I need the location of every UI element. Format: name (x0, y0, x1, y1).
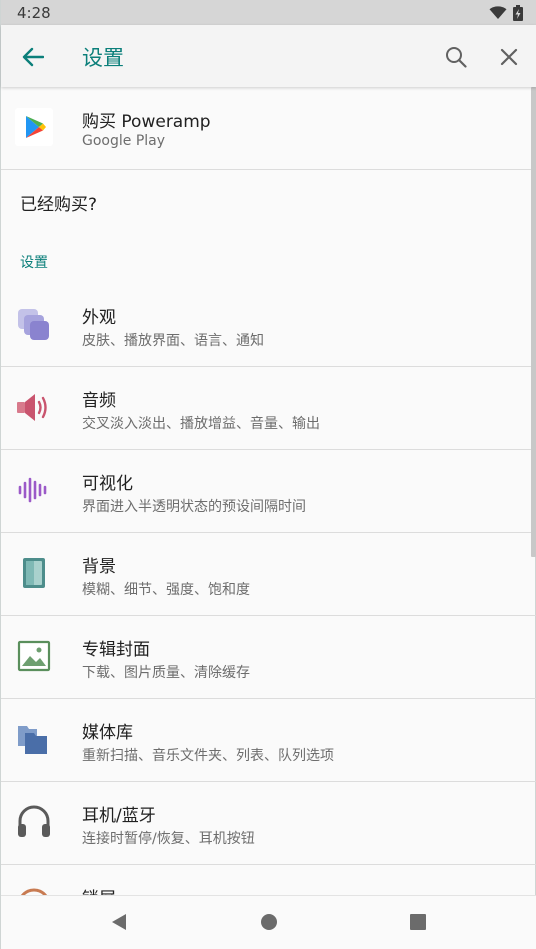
search-button[interactable] (438, 39, 474, 75)
nav-recents-icon[interactable] (408, 912, 428, 932)
settings-item-title: 外观 (82, 308, 116, 328)
lock-screen-icon (15, 886, 53, 895)
section-label: 设置 (20, 255, 48, 271)
system-nav-bar (1, 895, 536, 949)
search-icon (446, 47, 467, 68)
settings-item-subtitle: 交叉淡入淡出、播放增益、音量、输出 (82, 416, 320, 432)
wifi-icon (489, 5, 507, 19)
settings-item-library[interactable]: 媒体库 重新扫描、音乐文件夹、列表、队列选项 (1, 699, 536, 782)
nav-home-icon[interactable] (258, 911, 280, 933)
status-bar: 4:28 (1, 0, 536, 25)
already-bought-item[interactable]: 已经购买? (1, 170, 536, 238)
settings-screen: 4:28 设置 购买 Poweramp Google Play 已经购买? 设置… (0, 0, 536, 949)
settings-item-lock-screen[interactable]: 锁屏 (1, 865, 536, 895)
scrollbar[interactable] (531, 87, 536, 557)
back-button[interactable] (15, 39, 51, 75)
nav-back-icon[interactable] (107, 910, 131, 934)
speaker-icon (15, 388, 53, 426)
settings-item-title: 锁屏 (82, 884, 116, 895)
status-time: 4:28 (17, 3, 51, 22)
close-icon (500, 48, 518, 66)
settings-item-subtitle: 下载、图片质量、清除缓存 (82, 665, 250, 681)
settings-item-background[interactable]: 背景 模糊、细节、强度、饱和度 (1, 533, 536, 616)
settings-item-album-art[interactable]: 专辑封面 下载、图片质量、清除缓存 (1, 616, 536, 699)
library-icon (15, 720, 53, 758)
background-icon (15, 554, 53, 592)
battery-charging-icon (513, 4, 523, 21)
settings-item-subtitle: 界面进入半透明状态的预设间隔时间 (82, 499, 306, 515)
purchase-title: 购买 Poweramp (82, 112, 211, 132)
settings-item-title: 耳机/蓝牙 (82, 806, 156, 826)
settings-item-title: 背景 (82, 557, 116, 577)
already-bought-label: 已经购买? (20, 195, 98, 215)
settings-item-subtitle: 连接时暂停/恢复、耳机按钮 (82, 831, 255, 847)
purchase-subtitle: Google Play (82, 133, 166, 149)
settings-list[interactable]: 购买 Poweramp Google Play 已经购买? 设置 外观 皮肤、播… (1, 87, 536, 895)
settings-item-title: 可视化 (82, 474, 133, 494)
settings-item-subtitle: 模糊、细节、强度、饱和度 (82, 582, 250, 598)
settings-item-title: 媒体库 (82, 723, 133, 743)
settings-item-visualization[interactable]: 可视化 界面进入半透明状态的预设间隔时间 (1, 450, 536, 533)
settings-item-appearance[interactable]: 外观 皮肤、播放界面、语言、通知 (1, 284, 536, 367)
album-art-icon (15, 637, 53, 675)
settings-item-subtitle: 重新扫描、音乐文件夹、列表、队列选项 (82, 748, 334, 764)
settings-item-title: 音频 (82, 391, 116, 411)
google-play-icon (15, 108, 53, 146)
settings-item-subtitle: 皮肤、播放界面、语言、通知 (82, 333, 264, 349)
section-header-settings: 设置 (1, 238, 536, 284)
settings-item-headset-bluetooth[interactable]: 耳机/蓝牙 连接时暂停/恢复、耳机按钮 (1, 782, 536, 865)
close-button[interactable] (491, 39, 527, 75)
appearance-icon (15, 305, 53, 343)
status-icons (489, 4, 523, 21)
settings-item-audio[interactable]: 音频 交叉淡入淡出、播放增益、音量、输出 (1, 367, 536, 450)
page-title: 设置 (82, 46, 124, 70)
settings-item-title: 专辑封面 (82, 640, 150, 660)
app-bar: 设置 (1, 25, 536, 87)
waveform-icon (15, 471, 53, 509)
headphones-icon (15, 803, 53, 841)
arrow-left-icon (22, 47, 44, 67)
purchase-poweramp-item[interactable]: 购买 Poweramp Google Play (1, 87, 536, 170)
